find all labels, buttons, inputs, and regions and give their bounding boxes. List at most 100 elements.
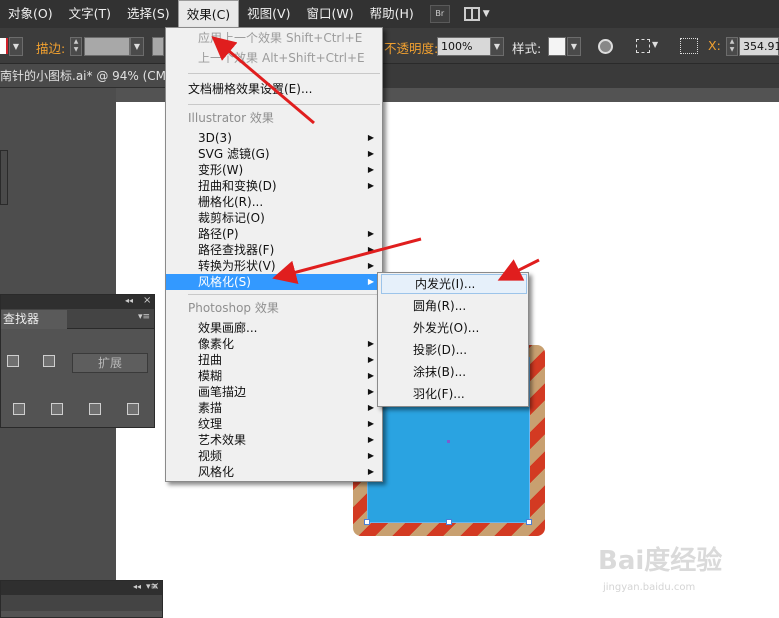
- menu-item-pathfinder[interactable]: 路径查找器(F) ▶: [166, 242, 382, 258]
- x-stepper[interactable]: ▲ ▼: [726, 37, 738, 56]
- arrange-documents-button[interactable]: ▼: [463, 7, 490, 21]
- stylize-submenu: 内发光(I)... 圆角(R)... 外发光(O)... 投影(D)... 涂抹…: [377, 272, 529, 407]
- stroke-label[interactable]: 描边:: [36, 38, 65, 57]
- menu-type[interactable]: 文字(T): [61, 0, 119, 28]
- panel-menu-icon[interactable]: ▾≡: [146, 582, 158, 592]
- photoshop-effects-header: Photoshop 效果: [188, 301, 279, 315]
- menu-item-warp[interactable]: 变形(W) ▶: [166, 162, 382, 178]
- submenu-arrow-icon: ▶: [367, 245, 374, 254]
- menu-item-raster-settings[interactable]: 文档栅格效果设置(E)...: [166, 81, 382, 97]
- chevron-down-icon: ▼: [482, 9, 490, 19]
- selection-handle[interactable]: [526, 519, 532, 525]
- menu-item-sketch[interactable]: 素描 ▶: [166, 400, 382, 416]
- pathfinder-minus-front-icon[interactable]: [43, 355, 55, 367]
- menu-item-convert-to-shape[interactable]: 转换为形状(V) ▶: [166, 258, 382, 274]
- menu-item-pixelate[interactable]: 像素化 ▶: [166, 336, 382, 352]
- selection-handle[interactable]: [364, 519, 370, 525]
- stroke-weight-field[interactable]: [84, 37, 130, 56]
- menu-item-stylize-photoshop[interactable]: 风格化 ▶: [166, 464, 382, 480]
- menu-select[interactable]: 选择(S): [119, 0, 178, 28]
- panel-menu-icon[interactable]: ▾≡: [138, 312, 150, 322]
- menu-item-brush-strokes[interactable]: 画笔描边 ▶: [166, 384, 382, 400]
- menu-item-texture[interactable]: 纹理 ▶: [166, 416, 382, 432]
- opacity-field[interactable]: 100%: [437, 37, 491, 56]
- panel-header[interactable]: ◂◂ ×: [1, 581, 162, 595]
- x-field[interactable]: 354.91: [739, 37, 779, 56]
- collapse-icon[interactable]: ◂◂: [125, 296, 133, 305]
- submenu-arrow-icon: ▶: [367, 339, 374, 348]
- menu-item-stylize[interactable]: 风格化(S) ▶: [166, 274, 382, 290]
- panel-header[interactable]: ◂◂ ×: [1, 295, 154, 309]
- align-icon[interactable]: [636, 39, 650, 53]
- close-icon[interactable]: ×: [143, 295, 151, 306]
- stroke-weight-dropdown[interactable]: ▼: [130, 37, 144, 56]
- control-bar: ▼ 描边: ▲ ▼ ▼ 不透明度: 100% ▼ 样式: ▼ ▼ X: ▲ ▼ 35…: [0, 28, 779, 64]
- menu-item-apply-last-effect[interactable]: 应用上一个效果 Shift+Ctrl+E: [166, 30, 382, 46]
- panel-tab-bar: ▾≡: [1, 582, 162, 611]
- recolor-icon[interactable]: [598, 39, 613, 54]
- shortcut-text: Shift+Ctrl+E: [286, 31, 363, 45]
- menu-item-svg-filters[interactable]: SVG 滤镜(G) ▶: [166, 146, 382, 162]
- effect-menu: 应用上一个效果 Shift+Ctrl+E 上一个效果 Alt+Shift+Ctr…: [165, 27, 383, 482]
- style-dropdown[interactable]: ▼: [567, 37, 581, 56]
- opacity-label[interactable]: 不透明度:: [384, 38, 438, 57]
- pathfinder-unite-icon[interactable]: [7, 355, 19, 367]
- collapsed-panel[interactable]: [0, 150, 8, 205]
- submenu-arrow-icon: ▶: [367, 371, 374, 380]
- pathfinder-divide-icon[interactable]: [13, 403, 25, 415]
- menu-item-distort[interactable]: 扭曲 ▶: [166, 352, 382, 368]
- submenu-arrow-icon: ▶: [367, 387, 374, 396]
- illustrator-effects-header: Illustrator 效果: [188, 111, 274, 125]
- transform-reference-icon[interactable]: [680, 38, 698, 54]
- variable-width-field[interactable]: [152, 37, 164, 56]
- selection-handle[interactable]: [446, 519, 452, 525]
- submenu-item-scribble[interactable]: 涂抹(B)...: [380, 362, 526, 382]
- submenu-item-round-corners[interactable]: 圆角(R)...: [380, 296, 526, 316]
- stroke-stepper[interactable]: ▲ ▼: [70, 37, 82, 56]
- submenu-arrow-icon: ▶: [367, 435, 374, 444]
- menu-help[interactable]: 帮助(H): [362, 0, 422, 28]
- fill-dropdown[interactable]: ▼: [9, 37, 23, 56]
- pathfinder-merge-icon[interactable]: [89, 403, 101, 415]
- menu-item-crop-marks[interactable]: 裁剪标记(O): [166, 210, 382, 226]
- submenu-item-drop-shadow[interactable]: 投影(D)...: [380, 340, 526, 360]
- submenu-arrow-icon: ▶: [367, 467, 374, 476]
- pathfinder-crop-icon[interactable]: [127, 403, 139, 415]
- style-label: 样式:: [512, 41, 542, 56]
- menu-object[interactable]: 对象(O): [0, 0, 61, 28]
- menu-separator: [188, 104, 380, 105]
- menu-window[interactable]: 窗口(W): [298, 0, 361, 28]
- expand-button[interactable]: 扩展: [72, 353, 148, 373]
- collapse-icon[interactable]: ◂◂: [133, 582, 141, 591]
- submenu-item-outer-glow[interactable]: 外发光(O)...: [380, 318, 526, 338]
- submenu-arrow-icon: ▶: [367, 133, 374, 142]
- menu-item-path[interactable]: 路径(P) ▶: [166, 226, 382, 242]
- menu-effect[interactable]: 效果(C): [177, 0, 240, 28]
- opacity-dropdown[interactable]: ▼: [490, 37, 504, 56]
- panel-tab-bar: 查找器 ▾≡: [1, 309, 154, 329]
- menu-item-artistic[interactable]: 艺术效果 ▶: [166, 432, 382, 448]
- fill-swatch[interactable]: [0, 38, 8, 54]
- menu-item-3d[interactable]: 3D(3) ▶: [166, 130, 382, 146]
- bridge-button[interactable]: Br: [429, 5, 450, 23]
- menu-item-effect-gallery[interactable]: 效果画廊...: [166, 320, 382, 336]
- baidu-watermark-logo: Bai度经验: [598, 546, 723, 576]
- style-swatch[interactable]: [548, 37, 566, 56]
- document-tab[interactable]: 南针的小图标.ai* @ 94% (CM: [0, 64, 170, 88]
- bottom-panel: ◂◂ × ▾≡: [0, 580, 163, 618]
- watermark-url: jingyan.baidu.com: [603, 582, 696, 593]
- submenu-arrow-icon: ▶: [367, 261, 374, 270]
- menu-item-blur[interactable]: 模糊 ▶: [166, 368, 382, 384]
- submenu-arrow-icon: ▶: [367, 403, 374, 412]
- menu-separator: [188, 294, 380, 295]
- menu-item-distort-transform[interactable]: 扭曲和变换(D) ▶: [166, 178, 382, 194]
- menu-item-rasterize[interactable]: 栅格化(R)...: [166, 194, 382, 210]
- submenu-item-inner-glow[interactable]: 内发光(I)...: [381, 274, 527, 294]
- tab-pathfinder[interactable]: 查找器: [1, 310, 67, 329]
- menu-separator: [188, 73, 380, 74]
- pathfinder-trim-icon[interactable]: [51, 403, 63, 415]
- menu-view[interactable]: 视图(V): [239, 0, 298, 28]
- submenu-item-feather[interactable]: 羽化(F)...: [380, 384, 526, 404]
- menu-item-last-effect[interactable]: 上一个效果 Alt+Shift+Ctrl+E: [166, 50, 382, 66]
- menu-item-video[interactable]: 视频 ▶: [166, 448, 382, 464]
